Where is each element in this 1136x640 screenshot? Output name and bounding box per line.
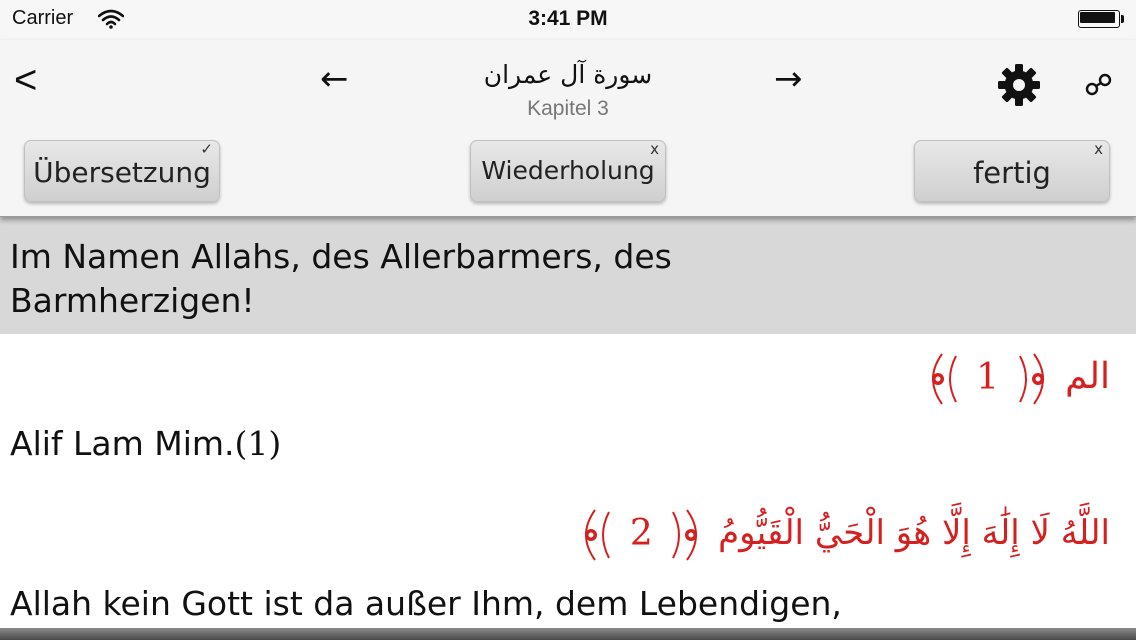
verse-1-translation-text: Alif Lam Mim. bbox=[10, 424, 235, 463]
close-icon: x bbox=[1094, 140, 1103, 158]
verse-2-translation[interactable]: Allah kein Gott ist da außer Ihm, dem Le… bbox=[10, 582, 970, 626]
done-button[interactable]: fertig x bbox=[914, 140, 1110, 202]
repeat-button-label: Wiederholung bbox=[481, 156, 655, 185]
battery-icon bbox=[1078, 10, 1126, 30]
ayah-number: 2 bbox=[629, 512, 653, 554]
share-icon[interactable] bbox=[1084, 70, 1114, 98]
chapter-subtitle: Kapitel 3 bbox=[527, 97, 609, 120]
previous-chapter-button[interactable]: ← bbox=[320, 62, 349, 96]
translation-button-label: Übersetzung bbox=[33, 156, 211, 189]
done-button-label: fertig bbox=[973, 156, 1051, 190]
close-icon: x bbox=[650, 140, 659, 158]
bottom-toolbar-edge bbox=[0, 628, 1136, 640]
verse-1-arabic-text: الم bbox=[1065, 356, 1110, 397]
translation-toggle-button[interactable]: Übersetzung ✓ bbox=[24, 140, 220, 202]
inline-ayah-marker: (1) bbox=[234, 424, 282, 463]
status-bar: Carrier 3:41 PM bbox=[0, 0, 1136, 40]
ayah-marker-icon: 1 bbox=[922, 348, 1054, 410]
verse-1-arabic[interactable]: الم 1 bbox=[922, 348, 1110, 410]
status-time: 3:41 PM bbox=[528, 7, 608, 30]
basmala-row[interactable]: Im Namen Allahs, des Allerbarmers, des B… bbox=[0, 216, 1136, 334]
verse-1-translation[interactable]: Alif Lam Mim.(1) bbox=[10, 422, 610, 466]
back-button[interactable]: < bbox=[14, 60, 37, 100]
repeat-toggle-button[interactable]: Wiederholung x bbox=[470, 140, 666, 202]
ayah-marker-icon: 2 bbox=[575, 504, 707, 566]
next-chapter-button[interactable]: → bbox=[774, 62, 803, 96]
verse-2-arabic-text: اللَّهُ لَا إِلَٰهَ إِلَّا هُوَ الْحَيُّ… bbox=[718, 513, 1110, 553]
gear-icon[interactable] bbox=[996, 62, 1042, 108]
navigation-bar: < ← سورة آل عمران Kapitel 3 → Übersetzun… bbox=[0, 40, 1136, 217]
verse-list[interactable]: Im Namen Allahs, des Allerbarmers, des B… bbox=[0, 216, 1136, 640]
surah-title: سورة آل عمران bbox=[483, 60, 653, 89]
checkmark-icon: ✓ bbox=[200, 140, 213, 158]
verse-2-arabic[interactable]: اللَّهُ لَا إِلَٰهَ إِلَّا هُوَ الْحَيُّ… bbox=[575, 504, 1110, 566]
ayah-number: 1 bbox=[976, 356, 1000, 398]
basmala-translation: Im Namen Allahs, des Allerbarmers, des B… bbox=[10, 237, 672, 320]
